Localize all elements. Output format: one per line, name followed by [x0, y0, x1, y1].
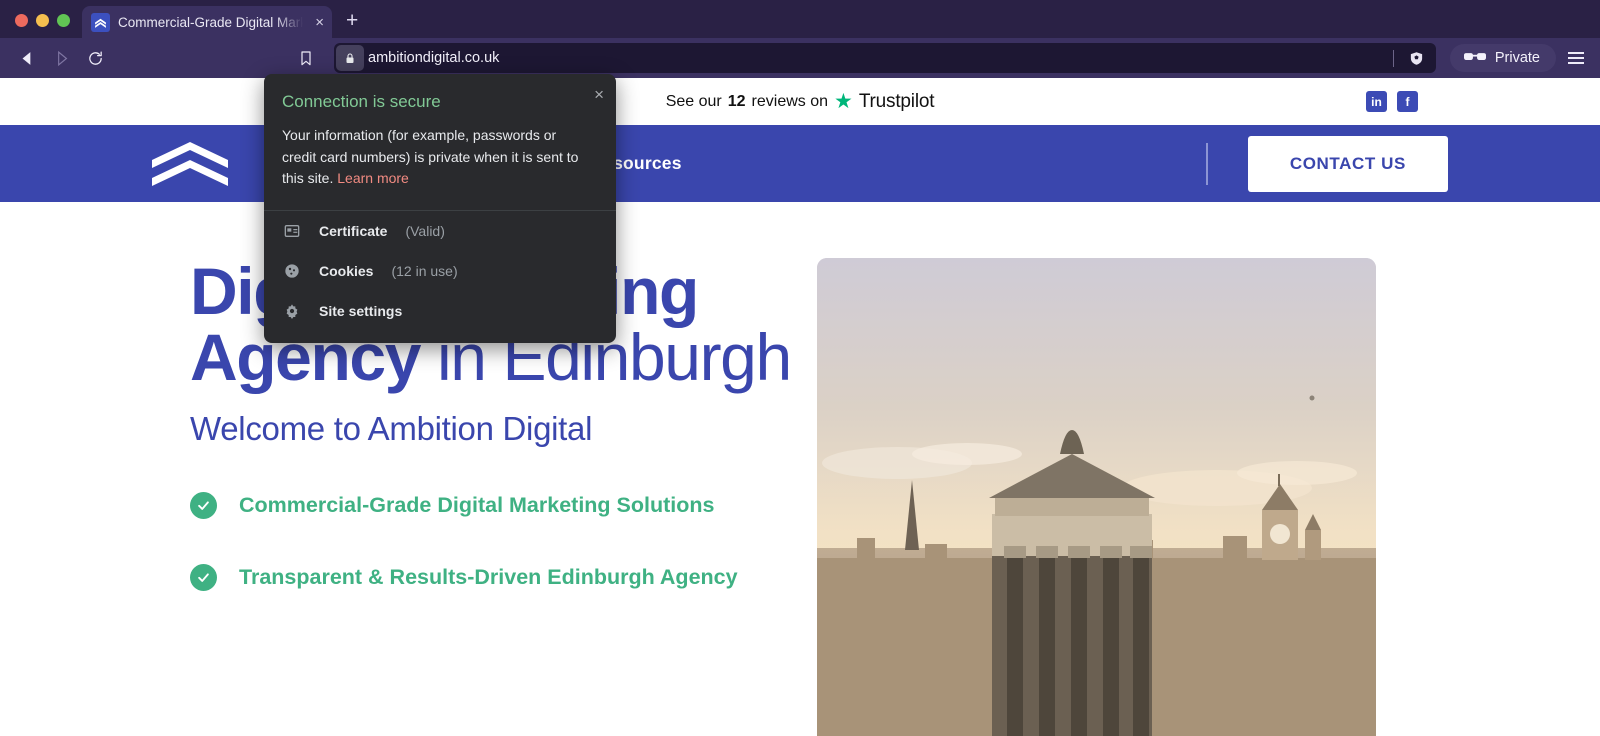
check-icon	[190, 492, 217, 519]
popup-description-text: Your information (for example, passwords…	[282, 127, 579, 187]
bullet-label: Transparent & Results-Driven Edinburgh A…	[239, 565, 738, 589]
reload-icon[interactable]	[78, 43, 112, 73]
address-bar[interactable]: ambitiondigital.co.uk	[334, 43, 1436, 73]
browser-toolbar: ambitiondigital.co.uk Private	[0, 38, 1600, 78]
tab-close-icon[interactable]: ×	[313, 15, 324, 30]
list-item: Transparent & Results-Driven Edinburgh A…	[190, 564, 800, 591]
popup-description: Your information (for example, passwords…	[282, 125, 590, 190]
site-settings-label: Site settings	[319, 303, 403, 320]
popup-title: Connection is secure	[282, 92, 441, 111]
maximize-window-button[interactable]	[57, 14, 70, 27]
nav-divider	[1206, 142, 1208, 185]
check-icon	[190, 564, 217, 591]
bullet-label: Commercial-Grade Digital Marketing Solut…	[239, 493, 715, 517]
certificate-icon	[282, 223, 301, 239]
learn-more-link[interactable]: Learn more	[337, 170, 409, 186]
trustpilot-label: Trustpilot	[858, 90, 935, 112]
tab-strip: Commercial-Grade Digital Mark × +	[0, 0, 1600, 38]
window-controls	[10, 14, 82, 38]
trustpilot-star-icon: ★	[834, 90, 853, 113]
brave-shield-icon[interactable]	[1406, 50, 1428, 67]
close-window-button[interactable]	[15, 14, 28, 27]
url-text: ambitiondigital.co.uk	[368, 50, 500, 66]
cookies-count: (12 in use)	[391, 263, 458, 280]
back-arrow-icon[interactable]	[10, 43, 44, 73]
tab-title: Commercial-Grade Digital Mark	[118, 14, 306, 30]
hero-section: Digital Marketing Agency in Edinburgh We…	[0, 202, 1600, 736]
bookmark-icon[interactable]	[288, 49, 324, 67]
certificate-status: (Valid)	[405, 223, 445, 240]
hamburger-menu-icon[interactable]	[1556, 52, 1590, 64]
site-navigation: Website Design About Resources CONTACT U…	[0, 125, 1600, 202]
forward-arrow-icon[interactable]	[44, 43, 78, 73]
cookie-icon	[282, 263, 301, 279]
sunglasses-icon	[1463, 50, 1486, 66]
web-page: See our 12 reviews on ★ Trustpilot in f …	[0, 78, 1600, 736]
social-links: in f	[1366, 91, 1418, 112]
trustpilot-review-summary[interactable]: See our 12 reviews on ★ Trustpilot	[666, 91, 935, 113]
popup-row-cookies[interactable]: Cookies (12 in use)	[264, 251, 616, 291]
minimize-window-button[interactable]	[36, 14, 49, 27]
close-icon[interactable]: ×	[594, 86, 604, 103]
gear-icon	[282, 303, 301, 320]
certificate-label: Certificate	[319, 223, 388, 240]
nav-right-group: CONTACT US	[1206, 135, 1600, 192]
popup-header: Connection is secure Your information (f…	[264, 74, 616, 212]
review-prefix: See our	[665, 92, 722, 110]
site-topbar: See our 12 reviews on ★ Trustpilot in f	[0, 78, 1600, 125]
site-security-popup: × Connection is secure Your information …	[264, 74, 616, 344]
list-item: Commercial-Grade Digital Marketing Solut…	[190, 492, 800, 519]
new-tab-button[interactable]: +	[332, 10, 370, 38]
browser-tab[interactable]: Commercial-Grade Digital Mark ×	[82, 6, 332, 38]
cookies-label: Cookies	[319, 263, 374, 280]
private-label: Private	[1494, 50, 1540, 66]
favicon-icon	[91, 12, 110, 32]
browser-window: Commercial-Grade Digital Mark × + ambiti…	[0, 0, 1600, 736]
review-suffix: reviews on	[751, 92, 829, 110]
hero-image	[817, 258, 1376, 736]
linkedin-icon[interactable]: in	[1366, 91, 1387, 112]
ambition-digital-logo[interactable]	[150, 140, 230, 188]
tabstrip-right-controls	[1586, 29, 1600, 38]
lock-icon[interactable]	[336, 45, 364, 71]
hero-bullet-list: Commercial-Grade Digital Marketing Solut…	[190, 492, 800, 591]
private-mode-badge[interactable]: Private	[1449, 44, 1556, 72]
facebook-icon[interactable]: f	[1397, 91, 1418, 112]
hero-image-column	[800, 258, 1600, 736]
popup-row-certificate[interactable]: Certificate (Valid)	[264, 211, 616, 251]
review-count: 12	[727, 92, 746, 110]
url-divider	[1392, 49, 1394, 67]
contact-us-button[interactable]: CONTACT US	[1247, 135, 1448, 192]
hero-subheadline: Welcome to Ambition Digital	[190, 410, 593, 447]
popup-row-site-settings[interactable]: Site settings	[264, 291, 616, 331]
